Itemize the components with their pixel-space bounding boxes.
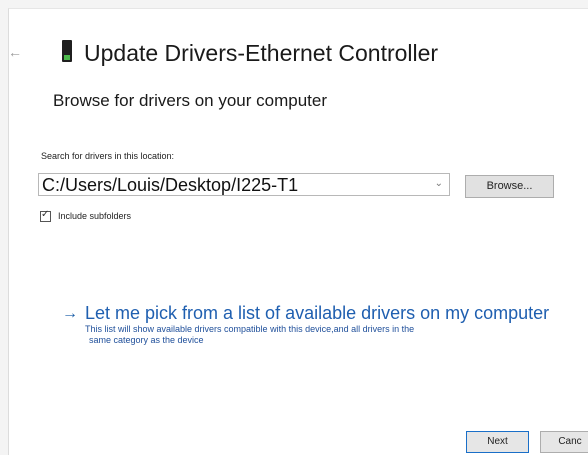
driver-path-value[interactable]: C:/Users/Louis/Desktop/I225-T1 — [42, 175, 298, 196]
pick-description-line1: This list will show available drivers co… — [85, 324, 415, 334]
right-arrow-icon[interactable]: → — [62, 305, 78, 323]
pick-description-line2: same category as the device — [89, 335, 204, 345]
browse-button[interactable]: Browse... — [465, 175, 554, 198]
include-subfolders-checkbox[interactable]: ✓ — [40, 209, 51, 222]
checkmark-icon: ✓ — [41, 209, 50, 220]
cancel-button[interactable]: Canc — [540, 431, 588, 453]
update-drivers-window — [8, 8, 588, 455]
pick-driver-description: This list will show available drivers co… — [85, 324, 545, 346]
driver-path-combobox[interactable]: C:/Users/Louis/Desktop/I225-T1 ⌄ — [38, 173, 450, 196]
include-subfolders-label[interactable]: Include subfolders — [58, 211, 131, 221]
back-arrow-icon[interactable]: ← — [8, 44, 22, 60]
next-button[interactable]: Next — [466, 431, 529, 453]
page-title: Update Drivers-Ethernet Controller — [84, 40, 439, 66]
page-subtitle: Browse for drivers on your computer — [53, 91, 327, 110]
chevron-down-icon[interactable]: ⌄ — [435, 178, 443, 189]
search-location-label: Search for drivers in this location: — [41, 151, 175, 161]
network-adapter-icon — [62, 40, 72, 62]
pick-driver-list-link[interactable]: Let me pick from a list of available dri… — [85, 303, 549, 324]
